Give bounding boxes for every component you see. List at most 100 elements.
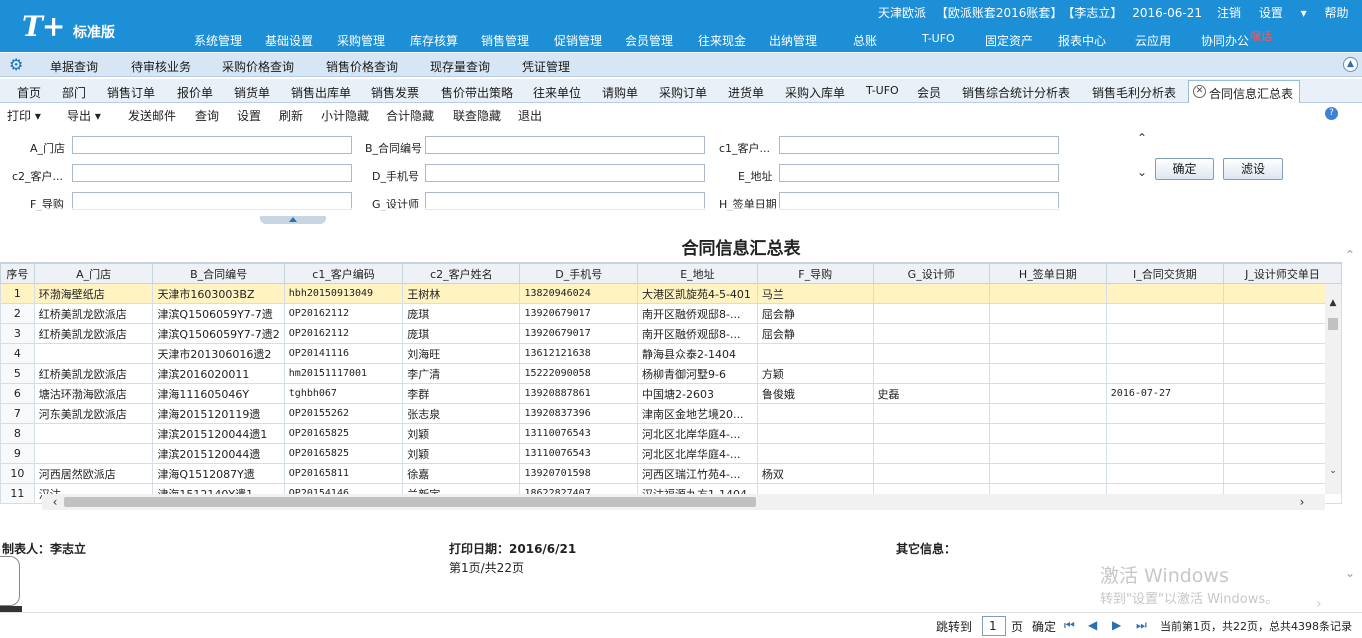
table-cell[interactable]: 河西区瑞江竹苑4-... bbox=[637, 463, 758, 484]
gear-icon[interactable]: ⚙ bbox=[9, 56, 27, 74]
chevron-down-icon[interactable]: ⌄ bbox=[1325, 464, 1341, 478]
row-index[interactable]: 10 bbox=[0, 463, 35, 484]
column-header[interactable]: B_合同编号 bbox=[152, 263, 285, 284]
table-cell[interactable] bbox=[1223, 323, 1342, 344]
table-row[interactable]: 4 天津市201306016遗2 OP20141116 刘海旺 13612121638 静… bbox=[0, 343, 1342, 364]
table-cell[interactable] bbox=[1105, 443, 1225, 464]
tab[interactable]: T-UFO bbox=[866, 84, 899, 97]
row-index[interactable]: 7 bbox=[0, 403, 35, 424]
table-cell[interactable] bbox=[872, 363, 990, 384]
export-button[interactable]: 导出 ▾ bbox=[67, 107, 101, 124]
table-cell[interactable]: 刘颖 bbox=[402, 423, 521, 444]
table-cell[interactable] bbox=[872, 443, 990, 464]
table-cell[interactable] bbox=[33, 423, 154, 444]
table-cell[interactable] bbox=[1223, 283, 1342, 304]
table-cell[interactable]: 河东美凯龙欧派店 bbox=[33, 403, 154, 424]
row-index[interactable]: 1 bbox=[0, 283, 35, 304]
table-cell[interactable]: OP20165825 bbox=[283, 443, 404, 464]
scroll-up-icon[interactable]: ▲ bbox=[1325, 296, 1341, 310]
confirm-button[interactable]: 确定 bbox=[1155, 158, 1214, 180]
table-cell[interactable] bbox=[33, 343, 154, 364]
table-cell[interactable]: 塘沽环渤海欧派店 bbox=[33, 383, 154, 404]
main-nav-item[interactable]: 协同办公 bbox=[1201, 32, 1249, 49]
chevron-down-icon[interactable]: ⌄ bbox=[1345, 566, 1355, 580]
table-cell[interactable]: OP20165825 bbox=[283, 423, 404, 444]
tab-active[interactable]: ✕ 合同信息汇总表 bbox=[1188, 80, 1300, 103]
table-cell[interactable]: 红桥美凯龙欧派店 bbox=[33, 303, 154, 324]
table-cell[interactable]: 津滨Q1506059Y7-7遗 bbox=[152, 303, 285, 324]
table-cell[interactable]: 天津市1603003BZ bbox=[152, 283, 285, 304]
column-header[interactable]: c1_客户编码 bbox=[283, 263, 404, 284]
table-cell[interactable]: 屈会静 bbox=[756, 323, 874, 344]
horizontal-scrollbar[interactable]: ‹ › bbox=[42, 494, 1325, 510]
tab[interactable]: 销售综合统计分析表 bbox=[962, 84, 1070, 101]
tab[interactable]: 销售毛利分析表 bbox=[1092, 84, 1176, 101]
table-cell[interactable]: 屈会静 bbox=[756, 303, 874, 324]
tab[interactable]: 会员 bbox=[917, 84, 941, 101]
table-cell[interactable]: hbh20150913049 bbox=[283, 283, 404, 304]
table-cell[interactable]: 静海县众泰2-1404 bbox=[637, 343, 758, 364]
settings-link[interactable]: 设置 ▾ bbox=[1259, 6, 1307, 20]
main-nav-item[interactable]: 销售管理 bbox=[481, 32, 529, 49]
row-index[interactable]: 8 bbox=[0, 423, 35, 444]
table-cell[interactable]: tghbh067 bbox=[283, 383, 404, 404]
table-cell[interactable]: 13920701598 bbox=[519, 463, 638, 484]
table-cell[interactable] bbox=[1105, 363, 1225, 384]
table-cell[interactable] bbox=[1223, 343, 1342, 364]
first-page-icon[interactable]: ⏮ bbox=[1064, 618, 1075, 633]
table-cell[interactable] bbox=[756, 423, 874, 444]
main-nav-item[interactable]: 会员管理 bbox=[625, 32, 673, 49]
table-cell[interactable] bbox=[1223, 423, 1342, 444]
table-cell[interactable] bbox=[1105, 423, 1225, 444]
table-cell[interactable]: 杨双 bbox=[756, 463, 874, 484]
sub-nav-item[interactable]: 单据查询 bbox=[50, 58, 98, 75]
row-index[interactable]: 3 bbox=[0, 323, 35, 344]
table-cell[interactable] bbox=[872, 463, 990, 484]
table-cell[interactable] bbox=[988, 443, 1107, 464]
table-cell[interactable] bbox=[988, 383, 1107, 404]
chevron-down-icon[interactable]: ⌄ bbox=[1133, 162, 1151, 182]
table-cell[interactable]: 鲁俊娥 bbox=[756, 383, 874, 404]
table-cell[interactable] bbox=[1105, 463, 1225, 484]
table-row[interactable]: 5 红桥美凯龙欧派店 津滨2016020011 hm20151117001 李广清 152… bbox=[0, 363, 1342, 384]
table-cell[interactable] bbox=[872, 323, 990, 344]
table-cell[interactable]: 津滨2016020011 bbox=[152, 363, 285, 384]
table-cell[interactable]: 红桥美凯龙欧派店 bbox=[33, 323, 154, 344]
table-cell[interactable]: 13920679017 bbox=[519, 303, 638, 324]
main-nav-item[interactable]: 促销管理 bbox=[554, 32, 602, 49]
chevron-up-icon[interactable]: ⌃ bbox=[1345, 248, 1355, 262]
table-cell[interactable]: 张志泉 bbox=[402, 403, 521, 424]
table-cell[interactable]: 大港区凯旋苑4-5-401 bbox=[637, 283, 758, 304]
phone-field[interactable] bbox=[425, 164, 705, 182]
last-page-icon[interactable]: ⏭ bbox=[1136, 618, 1147, 633]
table-cell[interactable]: 河北区北岸华庭4-... bbox=[637, 423, 758, 444]
tab[interactable]: 请购单 bbox=[602, 84, 638, 101]
table-cell[interactable] bbox=[1105, 303, 1225, 324]
hide-subtotal-button[interactable]: 小计隐藏 bbox=[321, 107, 369, 124]
tab[interactable]: 采购订单 bbox=[659, 84, 707, 101]
sub-nav-item[interactable]: 凭证管理 bbox=[522, 58, 570, 75]
table-cell[interactable]: OP20162112 bbox=[283, 323, 404, 344]
tab[interactable]: 销货单 bbox=[234, 84, 270, 101]
table-cell[interactable]: 津滨Q1506059Y7-7遗2 bbox=[152, 323, 285, 344]
collapse-up-icon[interactable]: ▲ bbox=[1343, 57, 1358, 72]
table-cell[interactable] bbox=[988, 303, 1107, 324]
table-cell[interactable]: OP20165811 bbox=[283, 463, 404, 484]
table-cell[interactable] bbox=[756, 343, 874, 364]
table-row[interactable]: 8 津滨2015120044遗1 OP20165825 刘颖 13110076543 河北… bbox=[0, 423, 1342, 444]
table-cell[interactable]: 津海Q1512087Y遗 bbox=[152, 463, 285, 484]
main-nav-item[interactable]: 基础设置 bbox=[265, 32, 313, 49]
table-cell[interactable]: 天津市201306016遗2 bbox=[152, 343, 285, 364]
table-cell[interactable] bbox=[1105, 283, 1225, 304]
row-index[interactable]: 6 bbox=[0, 383, 35, 404]
table-cell[interactable] bbox=[1105, 403, 1225, 424]
table-row[interactable]: 2 红桥美凯龙欧派店 津滨Q1506059Y7-7遗 OP20162112 庞琪 1392… bbox=[0, 303, 1342, 324]
table-cell[interactable] bbox=[1223, 463, 1342, 484]
settings-button[interactable]: 设置 bbox=[237, 107, 261, 124]
scroll-thumb[interactable] bbox=[64, 497, 756, 507]
table-cell[interactable]: 李广清 bbox=[402, 363, 521, 384]
table-row[interactable]: 7 河东美凯龙欧派店 津海2015120119遗 OP20155262 张志泉 13920… bbox=[0, 403, 1342, 424]
table-cell[interactable] bbox=[1223, 443, 1342, 464]
column-header[interactable]: J_设计师交单日 bbox=[1223, 263, 1342, 284]
table-cell[interactable] bbox=[988, 463, 1107, 484]
